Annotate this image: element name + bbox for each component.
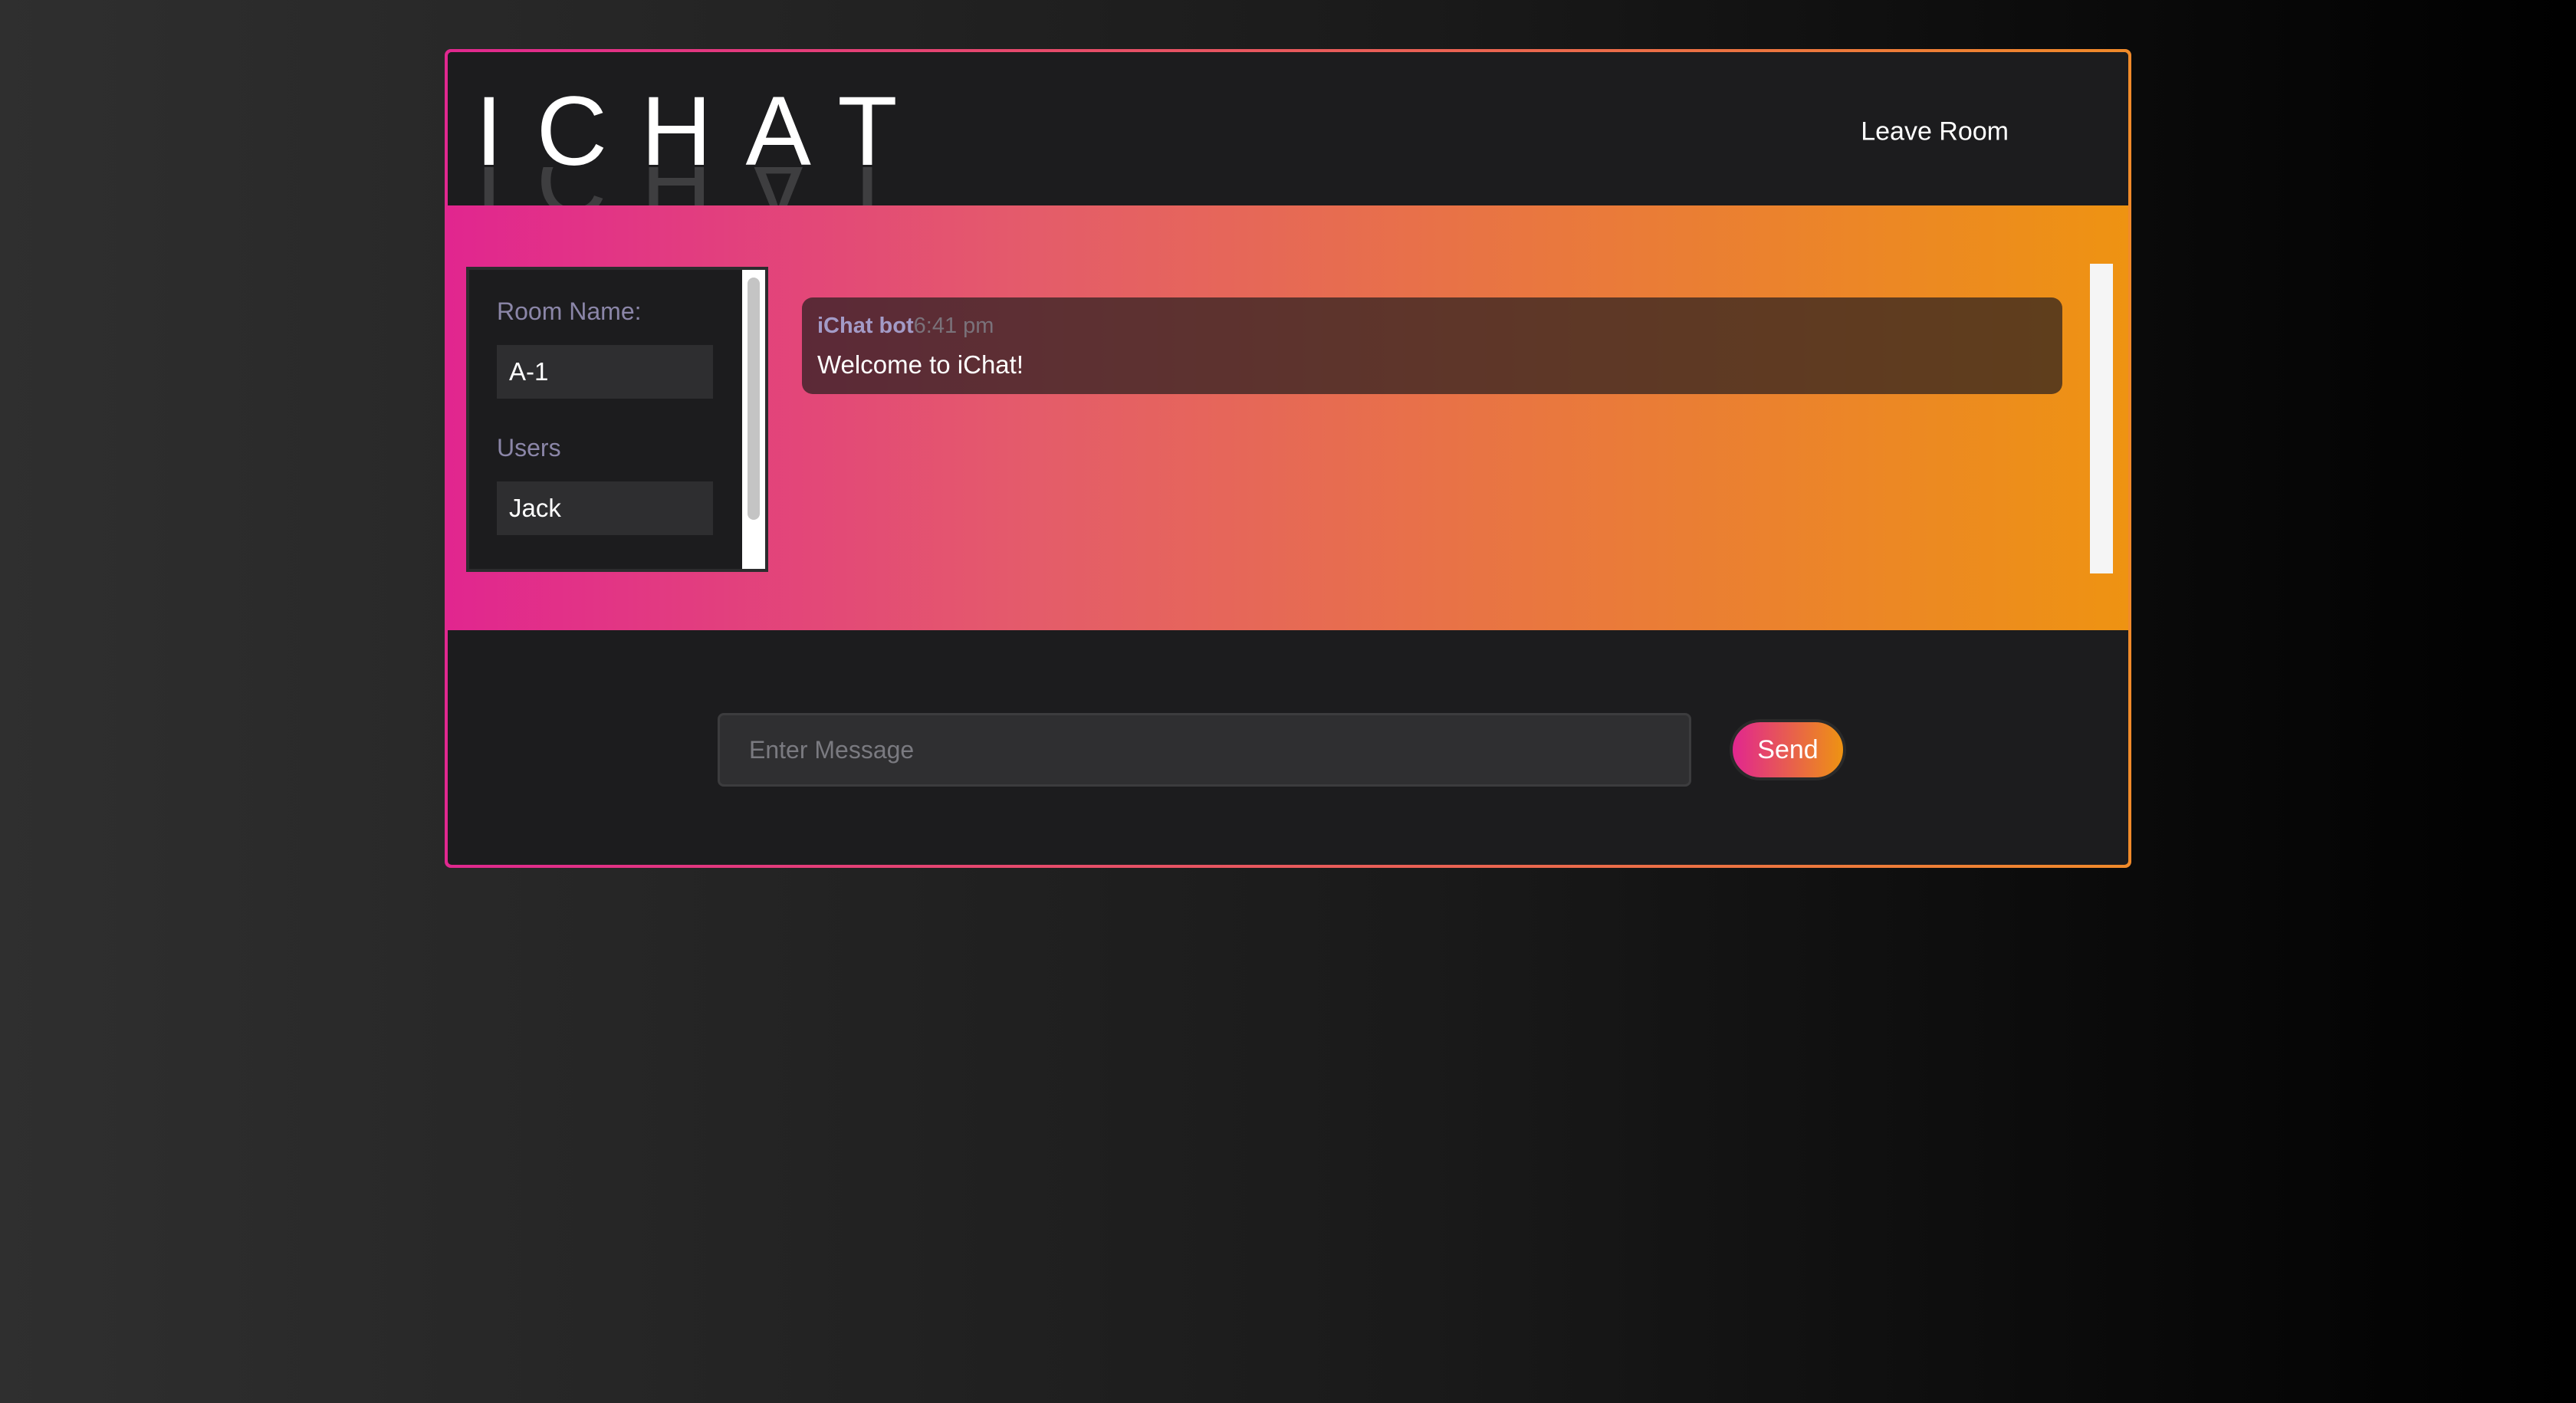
user-list-item: Jack	[497, 481, 713, 535]
room-name-value: A-1	[497, 345, 713, 399]
send-button[interactable]: Send	[1730, 719, 1846, 780]
chat-window: ICHAT ICHAT Leave Room Room Name: A-1 Us…	[445, 49, 2131, 868]
message-text: Welcome to iChat!	[817, 350, 1024, 379]
app-logo: ICHAT	[475, 77, 932, 186]
message-time: 6:41 pm	[913, 314, 994, 338]
room-name-label: Room Name:	[497, 297, 642, 325]
sidebar-scrollbar[interactable]	[742, 270, 765, 569]
chat-area: Room Name: A-1 Users Jack iChat bot6:41 …	[448, 205, 2128, 630]
room-sidebar: Room Name: A-1 Users Jack	[466, 267, 768, 572]
users-label: Users	[497, 434, 561, 462]
chat-message: iChat bot6:41 pm Welcome to iChat!	[802, 297, 2062, 394]
messages-scrollbar[interactable]	[2090, 264, 2113, 573]
header: ICHAT ICHAT Leave Room	[448, 52, 2128, 228]
chat-window-inner: ICHAT ICHAT Leave Room Room Name: A-1 Us…	[448, 52, 2128, 865]
message-header: iChat bot6:41 pm	[817, 313, 2047, 340]
message-input[interactable]: Enter Message	[718, 713, 1691, 787]
sidebar-scrollbar-thumb[interactable]	[748, 278, 760, 520]
leave-room-button[interactable]: Leave Room	[1861, 117, 2009, 147]
message-author: iChat bot	[817, 314, 914, 338]
